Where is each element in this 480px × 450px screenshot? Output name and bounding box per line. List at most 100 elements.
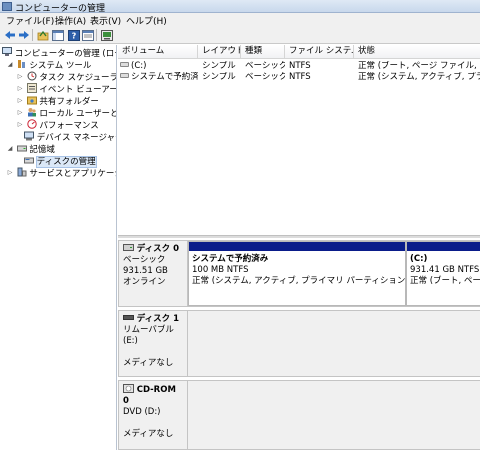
menu-file[interactable]: ファイル(F) bbox=[6, 14, 54, 27]
disk-map: ディスク 0 ベーシック 931.51 GB オンライン システムで予約済み 1… bbox=[118, 238, 480, 450]
tree-item-device-manager[interactable]: デバイス マネージャー bbox=[24, 131, 117, 143]
volume-list: ボリューム レイアウト 種類 ファイル システム 状態 (C:) シンプル ベー… bbox=[118, 45, 480, 235]
partition-status: 正常 (ブート, ページ ファイル, クラッシュ ダンプ) bbox=[410, 276, 480, 286]
disk-type: ベーシック bbox=[123, 255, 166, 265]
disk-row-2: CD-ROM 0 DVD (D:) メディアなし bbox=[118, 380, 480, 450]
cell-type: ベーシック bbox=[245, 72, 285, 82]
help-icon[interactable]: ? bbox=[67, 29, 80, 41]
tree-item-label: パフォーマンス bbox=[39, 121, 99, 131]
disk-type: DVD (D:) bbox=[123, 407, 161, 417]
performance-icon bbox=[27, 119, 37, 129]
disk-management-icon bbox=[24, 157, 34, 164]
cell-type: ベーシック bbox=[245, 61, 285, 71]
tree-item-performance[interactable]: ▷ パフォーマンス bbox=[16, 119, 99, 131]
tree-item-disk-management[interactable]: ディスクの管理 bbox=[24, 155, 97, 168]
tree-item-storage[interactable]: ◢ 記憶域 bbox=[6, 143, 55, 155]
partition-bar bbox=[407, 242, 480, 251]
menu-help[interactable]: ヘルプ(H) bbox=[126, 14, 167, 27]
tree-item-services-applications[interactable]: ▷ サービスとアプリケーション bbox=[6, 167, 116, 179]
disk-label-2[interactable]: CD-ROM 0 DVD (D:) メディアなし bbox=[118, 380, 188, 450]
column-header-status[interactable]: 状態 bbox=[354, 45, 480, 59]
tree-item-label: ディスクの管理 bbox=[35, 156, 97, 168]
cell-status: 正常 (システム, アクティブ, プライマリ パーティション) bbox=[358, 72, 480, 82]
tree-item-event-viewer[interactable]: ▷ イベント ビューアー bbox=[16, 83, 117, 95]
volume-disk-icon bbox=[120, 62, 129, 67]
column-header-file-system[interactable]: ファイル システム bbox=[285, 45, 354, 59]
column-header-volume[interactable]: ボリューム bbox=[118, 45, 198, 59]
system-tools-icon bbox=[17, 60, 25, 68]
expand-icon[interactable]: ▷ bbox=[16, 107, 24, 119]
disk-size: 931.51 GB bbox=[123, 266, 168, 276]
disk-type: リムーバブル (E:) bbox=[123, 325, 174, 346]
partition-name: (C:) bbox=[410, 254, 428, 264]
device-manager-icon bbox=[24, 131, 34, 141]
tree-item-local-users-groups[interactable]: ▷ ローカル ユーザーとグループ bbox=[16, 107, 116, 119]
tree-item-label: システム ツール bbox=[29, 61, 92, 71]
partition-size: 931.41 GB NTFS bbox=[410, 265, 480, 275]
tree-item-label: ローカル ユーザーとグループ bbox=[39, 109, 116, 119]
disk-label-0[interactable]: ディスク 0 ベーシック 931.51 GB オンライン bbox=[118, 240, 188, 307]
cdrom-icon bbox=[123, 384, 134, 393]
cell-layout: シンプル bbox=[202, 61, 236, 71]
storage-icon bbox=[16, 145, 27, 152]
computer-management-app-icon bbox=[2, 2, 12, 11]
console-icon[interactable] bbox=[100, 29, 113, 41]
tree-item-label: イベント ビューアー bbox=[39, 85, 117, 95]
collapse-icon[interactable]: ◢ bbox=[6, 143, 14, 155]
expand-icon[interactable]: ▷ bbox=[16, 119, 24, 131]
disk-label-1[interactable]: ディスク 1 リムーバブル (E:) メディアなし bbox=[118, 310, 188, 377]
disk-status: メディアなし bbox=[123, 429, 174, 439]
hard-disk-icon bbox=[123, 244, 134, 251]
toolbar-separator bbox=[96, 29, 97, 41]
partition-status: 正常 (システム, アクティブ, プライマリ パーティション) bbox=[192, 276, 409, 286]
disk-status: オンライン bbox=[123, 277, 166, 287]
disk-name: ディスク 1 bbox=[136, 314, 179, 324]
removable-disk-icon bbox=[123, 315, 134, 320]
partition-c-drive[interactable]: (C:) 931.41 GB NTFS 正常 (ブート, ページ ファイル, ク… bbox=[406, 241, 480, 306]
back-arrow-icon[interactable] bbox=[3, 29, 16, 41]
disk-row-0: ディスク 0 ベーシック 931.51 GB オンライン システムで予約済み 1… bbox=[118, 240, 480, 307]
table-row[interactable]: システムで予約済み シンプル ベーシック NTFS 正常 (システム, アクティ… bbox=[118, 72, 480, 83]
partition-name: システムで予約済み bbox=[192, 254, 269, 264]
disk-name: ディスク 0 bbox=[136, 244, 179, 254]
expand-icon[interactable]: ▷ bbox=[16, 83, 24, 95]
svg-text:?: ? bbox=[71, 31, 76, 40]
cell-status: 正常 (ブート, ページ ファイル, クラッシュ ダンプ, プライマリ パーティ… bbox=[358, 61, 480, 71]
event-viewer-icon bbox=[26, 83, 37, 93]
cell-file-system: NTFS bbox=[289, 61, 311, 71]
shared-folder-icon bbox=[26, 96, 37, 105]
tree-item-label: コンピューターの管理 (ローカル) bbox=[14, 49, 116, 59]
up-folder-icon[interactable] bbox=[36, 29, 49, 41]
toolbar-separator bbox=[32, 29, 33, 41]
volume-disk-icon bbox=[120, 73, 129, 78]
partition-system-reserved[interactable]: システムで予約済み 100 MB NTFS 正常 (システム, アクティブ, プ… bbox=[188, 241, 409, 306]
collapse-icon[interactable]: ◢ bbox=[6, 59, 14, 71]
tree-item-label: デバイス マネージャー bbox=[36, 133, 117, 143]
forward-arrow-icon[interactable] bbox=[17, 29, 30, 41]
column-header-layout[interactable]: レイアウト bbox=[198, 45, 241, 59]
expand-icon[interactable]: ▷ bbox=[16, 95, 24, 107]
menu-bar: ファイル(F) 操作(A) 表示(V) ヘルプ(H) bbox=[0, 13, 480, 27]
expand-icon[interactable]: ▷ bbox=[16, 71, 24, 83]
tree-item-system-tools[interactable]: ◢ システム ツール bbox=[6, 59, 91, 71]
table-row[interactable]: (C:) シンプル ベーシック NTFS 正常 (ブート, ページ ファイル, … bbox=[118, 61, 480, 72]
cell-layout: シンプル bbox=[202, 72, 236, 82]
expand-icon[interactable]: ▷ bbox=[6, 167, 14, 179]
title-bar: コンピューターの管理 bbox=[0, 0, 480, 14]
navigation-tree: コンピューターの管理 (ローカル) ◢ システム ツール ▷ タスク スケジュー… bbox=[0, 45, 117, 450]
column-header-type[interactable]: 種類 bbox=[241, 45, 285, 59]
disk-row-1: ディスク 1 リムーバブル (E:) メディアなし bbox=[118, 310, 480, 377]
show-hide-tree-icon[interactable] bbox=[51, 29, 64, 41]
tree-item-computer-management[interactable]: コンピューターの管理 (ローカル) bbox=[2, 47, 116, 59]
tree-item-task-scheduler[interactable]: ▷ タスク スケジューラ bbox=[16, 71, 116, 83]
menu-view[interactable]: 表示(V) bbox=[90, 14, 121, 27]
users-groups-icon bbox=[27, 108, 36, 117]
properties-icon[interactable] bbox=[81, 29, 94, 41]
tree-item-shared-folders[interactable]: ▷ 共有フォルダー bbox=[16, 95, 99, 107]
disk-partitions-2 bbox=[188, 380, 480, 450]
menu-action[interactable]: 操作(A) bbox=[55, 14, 86, 27]
toolbar: ? bbox=[0, 27, 480, 44]
computer-management-icon bbox=[2, 47, 12, 56]
tree-item-label: 記憶域 bbox=[29, 145, 55, 155]
tree-item-label: 共有フォルダー bbox=[39, 97, 99, 107]
